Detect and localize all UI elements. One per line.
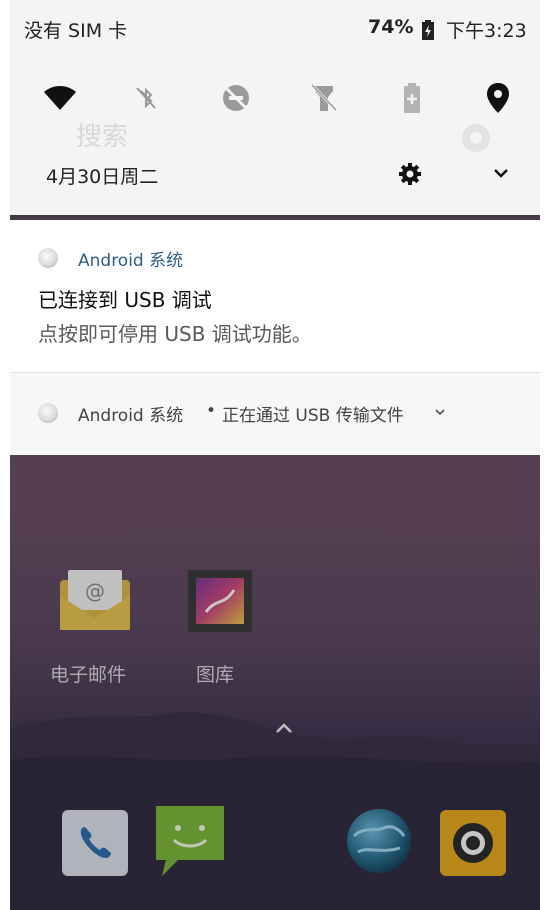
phone-screen: @ 电子邮件 图库 搜索 没有 SIM 卡 74% 下午3:23 4月30日周二…: [10, 0, 540, 910]
bluetooth-off-icon: [136, 87, 156, 109]
notification-title: 已连接到 USB 调试: [38, 288, 212, 312]
dnd-off-icon: [222, 84, 250, 112]
flashlight-off-icon: [310, 83, 338, 112]
quick-settings-panel: 搜索 没有 SIM 卡 74% 下午3:23 4月30日周二: [10, 0, 540, 215]
expand-chevron-icon[interactable]: [492, 167, 510, 179]
wifi-icon: [44, 86, 76, 110]
usb-file-transfer-notification[interactable]: Android 系统 • 正在通过 USB 传输文件: [10, 373, 540, 455]
notification-text: 点按即可停用 USB 调试功能。: [38, 322, 312, 346]
clock: 下午3:23: [446, 20, 527, 42]
expand-chevron-icon[interactable]: [434, 407, 446, 417]
android-system-icon: [38, 403, 58, 423]
notification-app-name: Android 系统: [78, 406, 184, 426]
settings-gear-icon[interactable]: [398, 162, 422, 186]
ghost-gear-icon: [462, 124, 490, 152]
notification-summary: 正在通过 USB 传输文件: [222, 406, 404, 426]
date-text: 4月30日周二: [46, 166, 159, 188]
dnd-tile[interactable]: [218, 80, 254, 116]
battery-charging-icon: [422, 20, 434, 40]
usb-debugging-notification[interactable]: Android 系统 已连接到 USB 调试 点按即可停用 USB 调试功能。: [10, 220, 540, 373]
carrier-text: 没有 SIM 卡: [24, 20, 128, 42]
android-system-icon: [38, 248, 58, 268]
battery-saver-icon: [404, 83, 420, 113]
notification-separator: •: [206, 401, 217, 421]
flashlight-tile[interactable]: [306, 80, 342, 116]
location-tile[interactable]: [480, 80, 516, 116]
battery-percent: 74%: [368, 16, 414, 38]
bluetooth-tile[interactable]: [128, 80, 164, 116]
quick-settings-tiles: [10, 80, 540, 120]
ghost-search-text: 搜索: [76, 122, 129, 152]
battery-saver-tile[interactable]: [394, 80, 430, 116]
notification-app-name: Android 系统: [78, 251, 184, 271]
wifi-tile[interactable]: [42, 80, 78, 116]
location-icon: [487, 83, 509, 113]
